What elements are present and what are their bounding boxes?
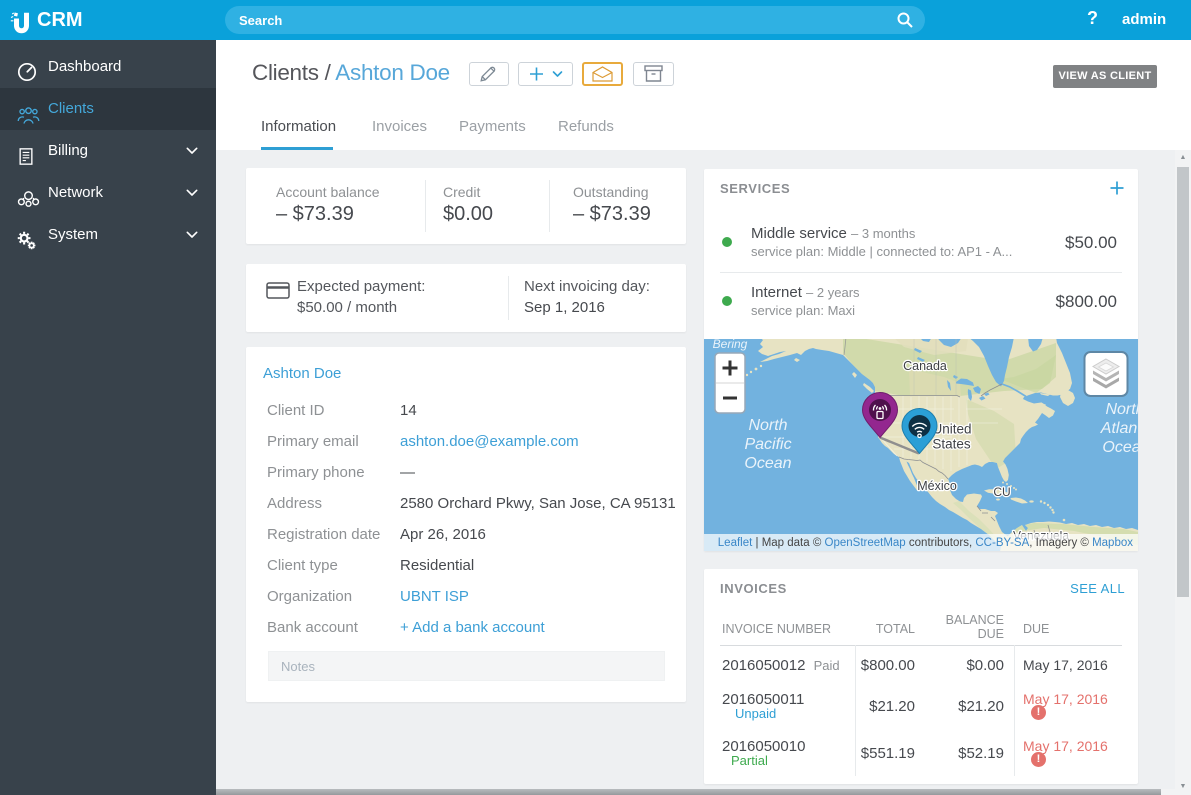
svg-text:Bering: Bering <box>713 339 748 351</box>
svg-text:CU: CU <box>993 485 1010 499</box>
svg-text:North: North <box>1105 401 1138 418</box>
svg-text:United: United <box>932 422 971 437</box>
svg-text:Atlantic: Atlantic <box>1100 420 1138 437</box>
svg-text:Canada: Canada <box>903 359 947 373</box>
svg-text:Ocean: Ocean <box>1102 439 1138 456</box>
svg-text:North: North <box>748 417 787 434</box>
svg-text:Leaflet | Map data © OpenStree: Leaflet | Map data © OpenStreetMap contr… <box>718 537 1133 549</box>
svg-text:States: States <box>932 437 971 452</box>
svg-text:Ocean: Ocean <box>744 455 791 472</box>
svg-text:México: México <box>917 479 957 493</box>
svg-text:Pacific: Pacific <box>744 436 791 453</box>
